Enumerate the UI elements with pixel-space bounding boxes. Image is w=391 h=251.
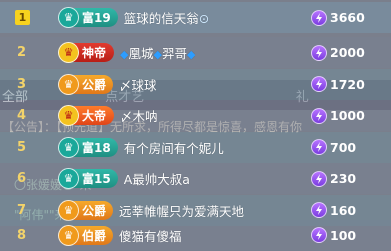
- lightning-bolt-icon: [311, 44, 327, 61]
- crown-icon: ♛: [58, 7, 79, 29]
- user-name[interactable]: 远莘帷幄只为爱满天地: [119, 201, 244, 220]
- crown-icon: ♛: [58, 42, 79, 64]
- user-name[interactable]: 〆球球: [119, 75, 157, 94]
- contribution-score: 1000: [311, 107, 365, 124]
- user-name[interactable]: A最帅大叔a: [124, 169, 190, 188]
- ranking-row[interactable]: 4 ♛ 大帝 〆木呐 1000: [0, 100, 391, 132]
- rank-number: 1: [15, 10, 30, 26]
- ranking-row[interactable]: 5 ♛ 富18 有个房间有个妮儿 700: [0, 131, 391, 163]
- noble-title-badge: ♛ 神帝: [58, 42, 115, 64]
- lightning-bolt-icon: [311, 9, 327, 26]
- rank-number: 5: [17, 139, 27, 155]
- user-name[interactable]: 有个房间有个妮儿: [124, 138, 224, 157]
- diamond-icon: ◆: [153, 48, 162, 62]
- contribution-score: 3660: [311, 9, 365, 26]
- noble-title-badge: ♛ 伯爵: [58, 224, 114, 246]
- crown-icon: ♛: [58, 136, 79, 158]
- wealth-level-badge: ♛ 富19: [58, 7, 118, 29]
- contribution-score: 100: [311, 227, 356, 244]
- contribution-score: 700: [311, 139, 356, 156]
- lightning-bolt-icon: [311, 139, 327, 156]
- lightning-bolt-icon: [311, 227, 327, 244]
- ranking-row[interactable]: 2 ♛ 神帝 ◆凰城◆羿哥◆ 2000: [0, 37, 391, 69]
- ranking-row[interactable]: 3 ♛ 公爵 〆球球 1720: [0, 68, 391, 100]
- rank-number: 6: [17, 171, 27, 187]
- contribution-score: 230: [311, 170, 356, 187]
- user-name[interactable]: 傻猫有傻福: [119, 226, 182, 245]
- contribution-score: 160: [311, 202, 356, 219]
- rank-number: 3: [17, 76, 27, 92]
- crown-icon: ♛: [58, 224, 79, 246]
- wealth-level-badge: ♛ 富18: [58, 136, 118, 158]
- crown-icon: ♛: [58, 105, 79, 127]
- rank-number: 4: [17, 108, 27, 124]
- contribution-score: 2000: [311, 44, 365, 61]
- crown-icon: ♛: [58, 168, 79, 190]
- crown-icon: ♛: [58, 73, 79, 95]
- contribution-ranking-list: 1 ♛ 富19 篮球的信天翁⊙ 3660 2 ♛ 神帝 ◆凰城◆羿哥◆ 2000…: [0, 0, 391, 251]
- rank-number: 7: [17, 202, 27, 218]
- rank-number: 2: [17, 45, 27, 61]
- contribution-score: 1720: [311, 76, 365, 93]
- rank-number: 8: [17, 227, 27, 243]
- crown-icon: ♛: [58, 199, 79, 221]
- noble-title-badge: ♛ 公爵: [58, 73, 114, 95]
- lightning-bolt-icon: [311, 76, 327, 93]
- wealth-level-badge: ♛ 富15: [58, 168, 118, 190]
- ranking-row[interactable]: 8 ♛ 伯爵 傻猫有傻福 100: [0, 219, 391, 251]
- lightning-bolt-icon: [311, 170, 327, 187]
- noble-title-badge: ♛ 大帝: [58, 105, 115, 127]
- user-name[interactable]: ◆凰城◆羿哥◆: [120, 43, 195, 62]
- user-name[interactable]: 〆木呐: [120, 106, 158, 125]
- user-name[interactable]: 篮球的信天翁⊙: [124, 8, 210, 27]
- diamond-icon: ◆: [186, 48, 196, 62]
- ranking-row[interactable]: 1 ♛ 富19 篮球的信天翁⊙ 3660: [0, 2, 391, 34]
- lightning-bolt-icon: [311, 107, 327, 124]
- noble-title-badge: ♛ 公爵: [58, 199, 114, 221]
- ranking-row[interactable]: 6 ♛ 富15 A最帅大叔a 230: [0, 163, 391, 195]
- lightning-bolt-icon: [311, 202, 327, 219]
